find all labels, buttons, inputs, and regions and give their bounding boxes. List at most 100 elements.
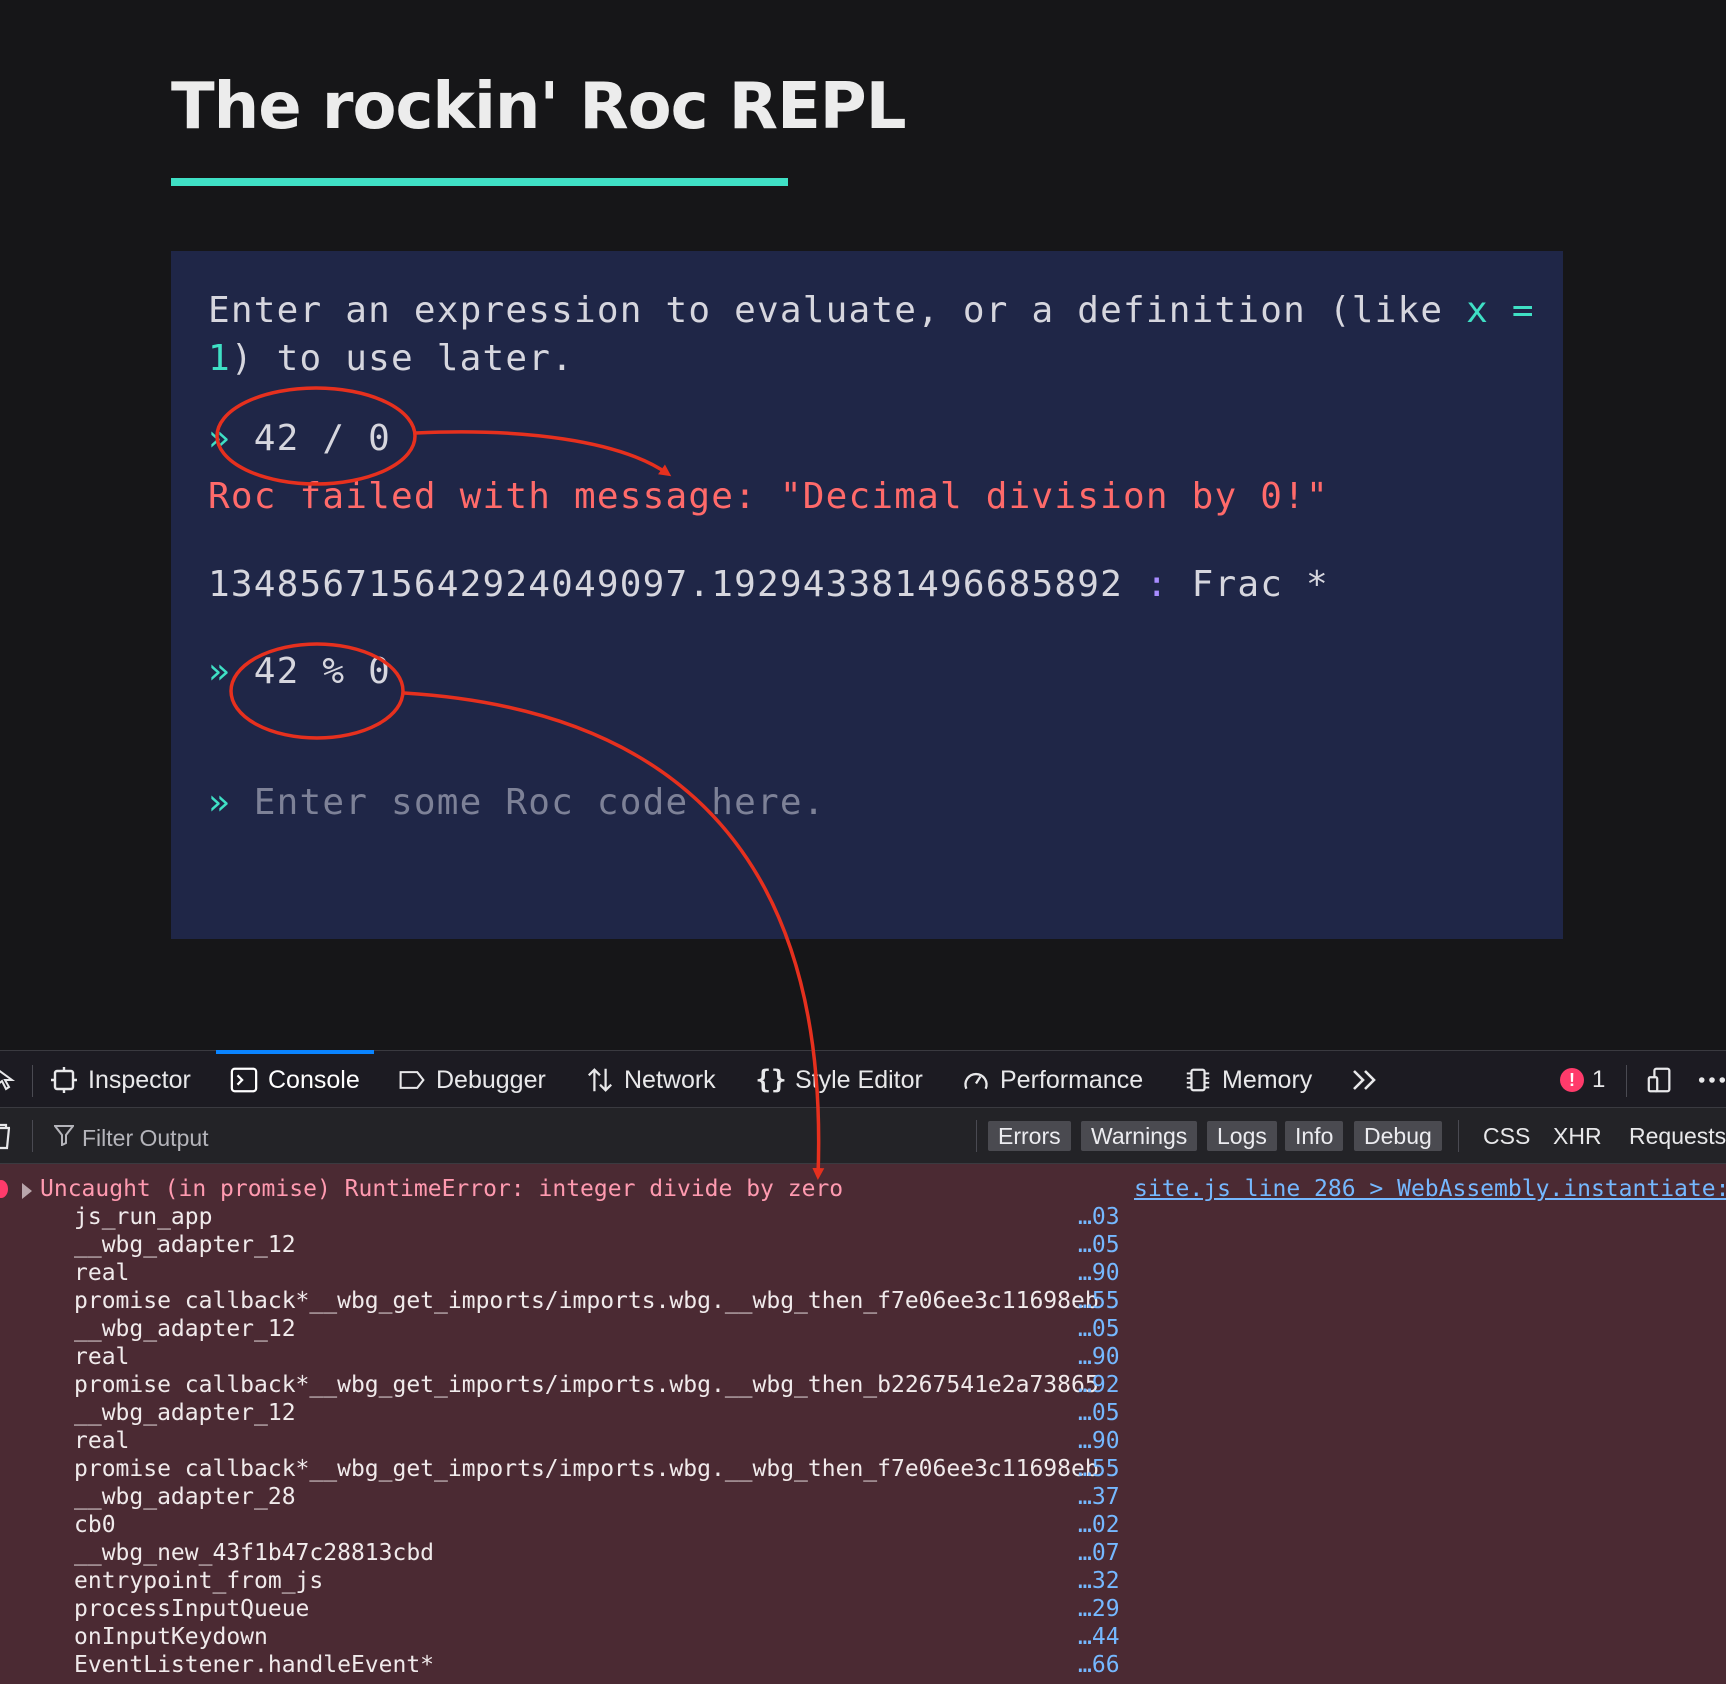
stack-frame-location-link[interactable]: …90 — [1078, 1344, 1120, 1370]
console-filterbar: Errors Warnings Logs Info Debug CSS XHR … — [0, 1108, 1726, 1164]
stack-frame-location-link[interactable]: …44 — [1078, 1624, 1120, 1650]
more-options-button[interactable] — [1698, 1051, 1726, 1109]
tab-console[interactable]: Console — [216, 1050, 374, 1109]
filter-errors-button[interactable]: Errors — [988, 1121, 1071, 1151]
output-type: Frac * — [1191, 564, 1329, 605]
stack-frame-location-link[interactable]: …03 — [1078, 1204, 1120, 1230]
intro-text-end: ) to use later. — [230, 338, 574, 379]
tab-inspector[interactable]: Inspector — [50, 1051, 191, 1109]
memory-icon — [1184, 1066, 1212, 1094]
stack-frame-name: __wbg_adapter_12 — [74, 1400, 296, 1426]
output-value: 134856715642924049097.192943381496685892 — [208, 564, 1123, 605]
tab-memory[interactable]: Memory — [1184, 1051, 1312, 1109]
stack-frame-name: promise callback*__wbg_get_imports/impor… — [74, 1372, 1099, 1398]
stack-frame-location-link[interactable]: …55 — [1078, 1456, 1120, 1482]
network-icon — [586, 1066, 614, 1094]
error-count-badge[interactable]: ! 1 — [1560, 1051, 1605, 1109]
stack-frame-name: __wbg_adapter_28 — [74, 1484, 296, 1510]
stack-frame-location-link[interactable]: …90 — [1078, 1260, 1120, 1286]
history-input-text: 42 / 0 — [253, 418, 391, 459]
responsive-design-icon — [1646, 1066, 1674, 1094]
ellipsis-icon — [1698, 1066, 1726, 1094]
tab-separator — [1626, 1065, 1627, 1097]
intro-text: Enter an expression to evaluate, or a de… — [208, 290, 1467, 331]
console-error-message: Uncaught (in promise) RuntimeError: inte… — [0, 1164, 1726, 1684]
stack-frame-name: promise callback*__wbg_get_imports/impor… — [74, 1288, 1099, 1314]
history-error-1: Roc failed with message: "Decimal divisi… — [208, 476, 1329, 517]
stack-frame-name: __wbg_adapter_12 — [74, 1316, 296, 1342]
history-input-text: 42 % 0 — [253, 651, 391, 692]
filter-css-button[interactable]: CSS — [1483, 1121, 1530, 1151]
history-output-1: 134856715642924049097.192943381496685892… — [208, 564, 1329, 605]
performance-icon — [962, 1066, 990, 1094]
filter-output-input[interactable] — [80, 1122, 904, 1154]
repl-code-input[interactable] — [253, 782, 1154, 823]
responsive-design-button[interactable] — [1646, 1051, 1674, 1109]
filter-logs-button[interactable]: Logs — [1207, 1121, 1277, 1151]
more-tabs-button[interactable] — [1350, 1051, 1378, 1109]
pick-element-button[interactable] — [0, 1051, 20, 1109]
tab-network[interactable]: Network — [586, 1051, 716, 1109]
stack-frame-location-link[interactable]: …90 — [1078, 1428, 1120, 1454]
chevron-double-right-icon — [1350, 1066, 1378, 1094]
error-count: 1 — [1592, 1066, 1606, 1093]
prompt-icon: » — [208, 651, 231, 692]
tab-label: Console — [268, 1065, 360, 1094]
prompt-icon: » — [208, 418, 231, 459]
stack-frame-location-link[interactable]: …66 — [1078, 1652, 1120, 1678]
stack-frame-location-link[interactable]: …55 — [1078, 1288, 1120, 1314]
repl-panel: Enter an expression to evaluate, or a de… — [171, 251, 1563, 939]
stack-frame-name: real — [74, 1260, 130, 1286]
error-source-link[interactable]: site.js line 286 > WebAssembly.instantia… — [1134, 1176, 1726, 1202]
intro-code-eq: = — [1511, 290, 1535, 331]
stack-frame-location-link[interactable]: …07 — [1078, 1540, 1120, 1566]
devtools-panel: Inspector Console Debugger Network {} St… — [0, 1050, 1726, 1684]
debugger-icon — [398, 1066, 426, 1094]
stack-frame-name: real — [74, 1344, 130, 1370]
stack-frame-location-link[interactable]: …05 — [1078, 1316, 1120, 1342]
tab-separator — [32, 1065, 33, 1097]
stack-frame-location-link[interactable]: …05 — [1078, 1232, 1120, 1258]
tab-label: Inspector — [88, 1065, 191, 1094]
expand-triangle-icon[interactable] — [22, 1183, 32, 1199]
stack-frame-name: js_run_app — [74, 1204, 213, 1230]
filter-separator — [32, 1120, 33, 1152]
output-colon: : — [1145, 564, 1169, 605]
tab-debugger[interactable]: Debugger — [398, 1051, 546, 1109]
page-title: The rockin' Roc REPL — [171, 70, 906, 144]
console-icon — [230, 1066, 258, 1094]
prompt-icon: » — [208, 782, 231, 823]
repl-page: The rockin' Roc REPL Enter an expression… — [0, 0, 1726, 1050]
stack-frame-location-link[interactable]: …05 — [1078, 1400, 1120, 1426]
tab-label: Network — [624, 1065, 716, 1094]
filter-info-button[interactable]: Info — [1285, 1121, 1344, 1151]
trash-icon[interactable] — [0, 1122, 12, 1155]
tab-label: Performance — [1000, 1065, 1144, 1094]
tab-label: Style Editor — [795, 1065, 923, 1094]
stack-frame-location-link[interactable]: …02 — [1078, 1512, 1120, 1538]
stack-frame-name: entrypoint_from_js — [74, 1568, 324, 1594]
repl-intro: Enter an expression to evaluate, or a de… — [208, 287, 1548, 383]
stack-frame-location-link[interactable]: …32 — [1078, 1568, 1120, 1594]
stack-frame-name: __wbg_adapter_12 — [74, 1232, 296, 1258]
stack-frame-name: real — [74, 1428, 130, 1454]
intro-code-1: 1 — [208, 338, 231, 379]
filter-debug-button[interactable]: Debug — [1354, 1121, 1442, 1151]
stack-frame-location-link[interactable]: …92 — [1078, 1372, 1120, 1398]
tab-performance[interactable]: Performance — [962, 1051, 1143, 1109]
filter-requests-button[interactable]: Requests — [1629, 1121, 1726, 1151]
devtools-tabbar: Inspector Console Debugger Network {} St… — [0, 1050, 1726, 1108]
stack-frame-name: EventListener.handleEvent* — [74, 1652, 435, 1678]
tab-label: Debugger — [436, 1065, 546, 1094]
console-output: Uncaught (in promise) RuntimeError: inte… — [0, 1164, 1726, 1684]
stack-frame-name: processInputQueue — [74, 1596, 310, 1622]
stack-frame-name: cb0 — [74, 1512, 116, 1538]
filter-warnings-button[interactable]: Warnings — [1081, 1121, 1198, 1151]
stack-frame-location-link[interactable]: …37 — [1078, 1484, 1120, 1510]
tab-style-editor[interactable]: {} Style Editor — [755, 1051, 923, 1109]
stack-frame-name: onInputKeydown — [74, 1624, 268, 1650]
filter-xhr-button[interactable]: XHR — [1553, 1121, 1602, 1151]
tab-label: Memory — [1222, 1065, 1313, 1094]
stack-frame-name: promise callback*__wbg_get_imports/impor… — [74, 1456, 1099, 1482]
stack-frame-location-link[interactable]: …29 — [1078, 1596, 1120, 1622]
